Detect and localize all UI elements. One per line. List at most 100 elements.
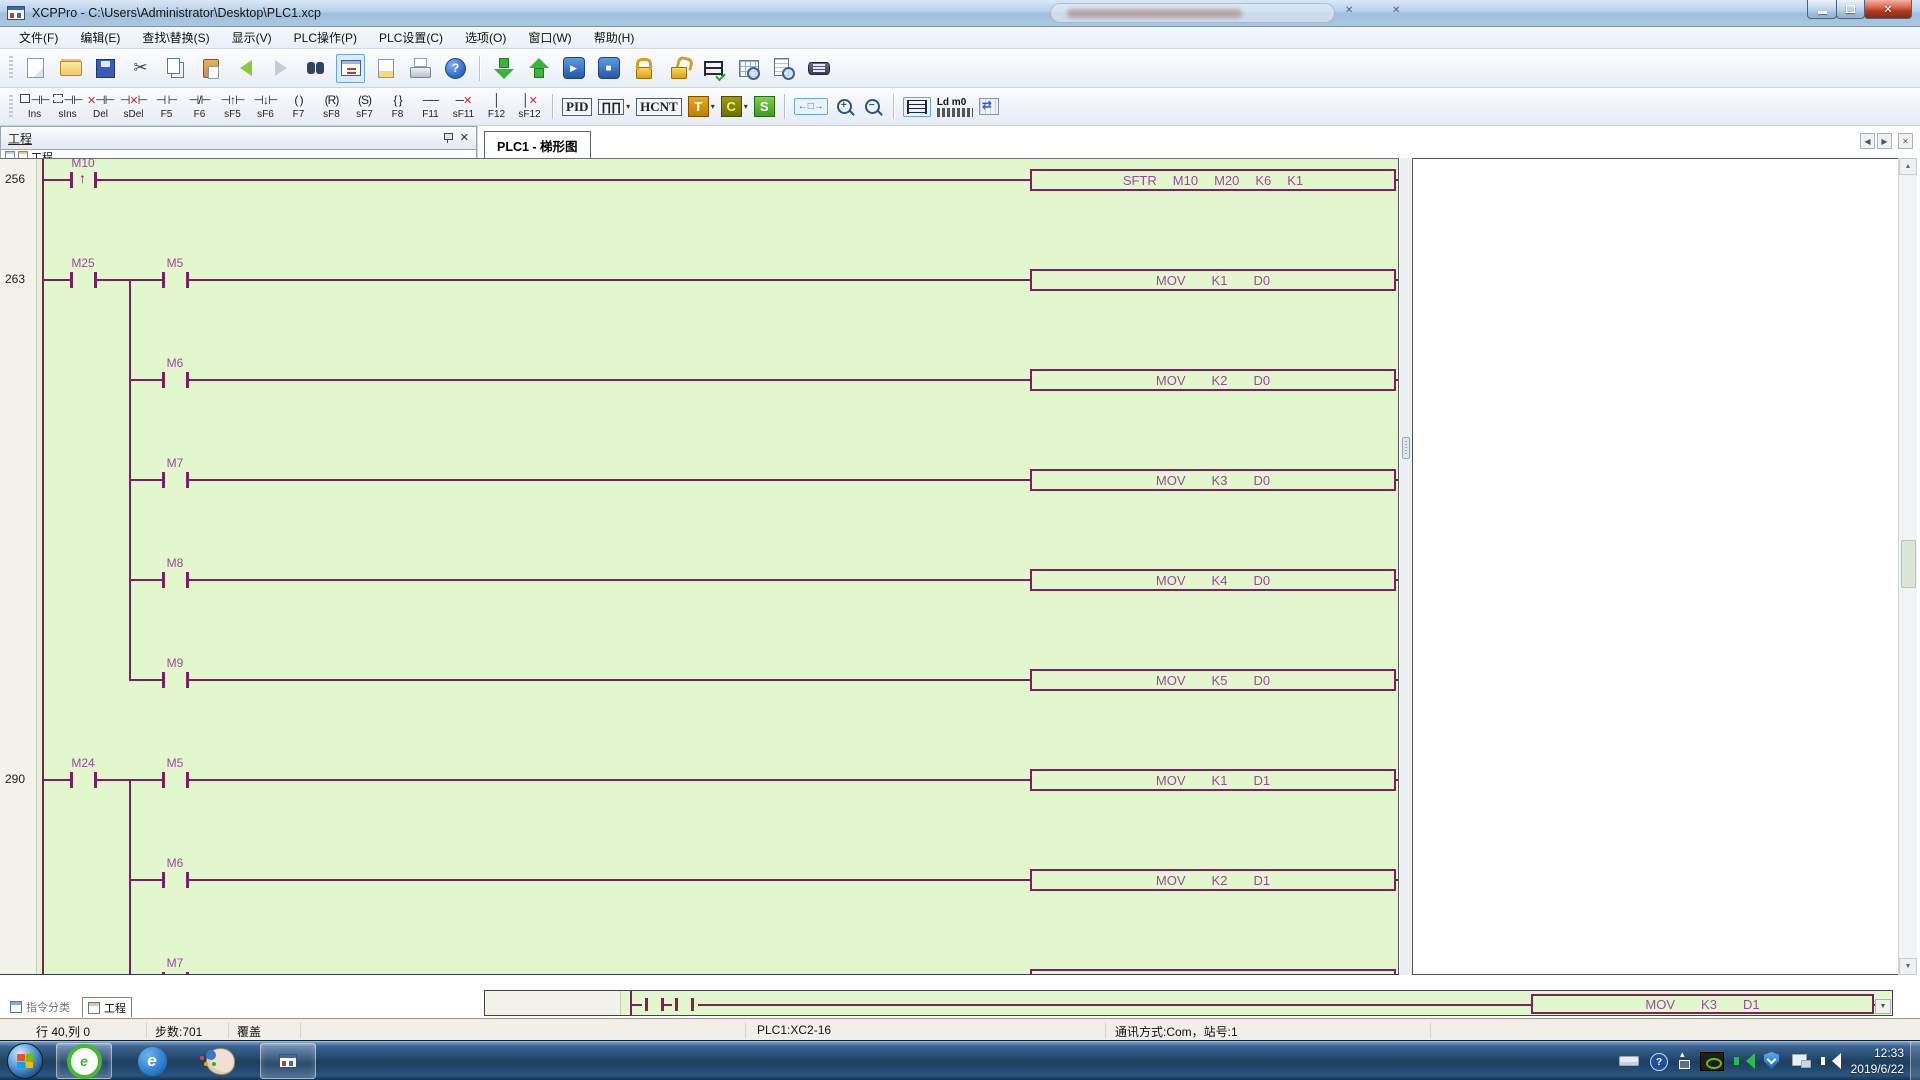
menu-item[interactable]: 帮助(H) xyxy=(583,26,646,49)
tray-nvidia-icon[interactable] xyxy=(1700,1052,1724,1071)
scroll-down-icon[interactable]: ▼ xyxy=(1899,958,1917,975)
menu-item[interactable]: 窗口(W) xyxy=(517,26,582,49)
tray-volume-green-icon[interactable] xyxy=(1733,1051,1753,1071)
find-icon[interactable] xyxy=(301,54,330,83)
instruction-doc-icon[interactable] xyxy=(371,54,400,83)
ladder-tool-sf12[interactable]: │✕sF12 xyxy=(513,90,546,124)
instruction-block[interactable]: MOVK4D0 xyxy=(1030,569,1396,591)
pulse-button[interactable]: ∏∏▾ xyxy=(598,91,630,123)
close-button[interactable]: ✕ xyxy=(1864,0,1912,19)
minimize-button[interactable] xyxy=(1807,0,1837,19)
instruction-block[interactable]: MOVK2D1 xyxy=(1030,869,1396,891)
ladder-contact[interactable] xyxy=(67,168,99,192)
ladder-monitor-icon[interactable] xyxy=(336,54,365,83)
convert-button[interactable] xyxy=(979,91,999,123)
ladder-contact[interactable] xyxy=(67,268,99,292)
ladder-tool-f8[interactable]: { }F8 xyxy=(381,90,414,124)
stop-icon[interactable] xyxy=(594,54,623,83)
tray-volume-icon[interactable] xyxy=(1820,1051,1840,1071)
tray-help-icon[interactable] xyxy=(1648,1051,1668,1071)
copy-icon[interactable] xyxy=(161,54,190,83)
ladder-contact[interactable] xyxy=(159,668,191,692)
timer-button[interactable]: T▾ xyxy=(688,91,715,123)
unlock-icon[interactable] xyxy=(664,54,693,83)
menu-item[interactable]: 编辑(E) xyxy=(69,26,131,49)
ladder-editor[interactable]: ↑M10SFTRM10M20K6K1256M25M5MOVK1D0M6MOVK2… xyxy=(0,158,1399,975)
ladder-tool-sf5[interactable]: ⊣↑⊢sF5 xyxy=(216,90,249,124)
ladder-tool-del[interactable]: ✕⊣⊢Del xyxy=(84,90,117,124)
ladder-tool-sf6[interactable]: ⊣↓⊢sF6 xyxy=(249,90,282,124)
ladder-contact[interactable] xyxy=(159,968,191,975)
ladder-tool-f11[interactable]: ──F11 xyxy=(414,90,447,124)
tab-scroll-left-icon[interactable]: ◀ xyxy=(1860,133,1875,149)
ladder-tool-sf8[interactable]: (R)sF8 xyxy=(315,90,348,124)
ladder-contact[interactable] xyxy=(159,368,191,392)
ladder-contact[interactable] xyxy=(67,768,99,792)
help-icon[interactable] xyxy=(441,54,470,83)
tab-plc1-ladder[interactable]: PLC1 - 梯形图 xyxy=(484,131,591,158)
menu-item[interactable]: 选项(O) xyxy=(454,26,517,49)
instruction-block[interactable]: MOVK3D1 xyxy=(1531,994,1874,1014)
menu-item[interactable]: 文件(F) xyxy=(8,26,69,49)
ladder-tool-f5[interactable]: ⊣ ⊢F5 xyxy=(150,90,183,124)
ladder-tool-f6[interactable]: ⊣/⊢F6 xyxy=(183,90,216,124)
vertical-scrollbar[interactable]: ▲ ▼ xyxy=(1898,158,1917,975)
ladder-contact[interactable] xyxy=(159,468,191,492)
state-button[interactable]: S xyxy=(754,91,775,123)
ladder-editor-right-pane[interactable] xyxy=(1412,158,1898,975)
vertical-splitter[interactable] xyxy=(1400,158,1412,975)
instruction-block[interactable]: MOVK5D0 xyxy=(1030,669,1396,691)
save-icon[interactable] xyxy=(91,54,120,83)
ladder-contact[interactable] xyxy=(159,568,191,592)
instruction-block[interactable]: MOVK2D0 xyxy=(1030,369,1396,391)
ladder-tool-sf7[interactable]: (S)sF7 xyxy=(348,90,381,124)
tray-network-icon[interactable] xyxy=(1791,1051,1811,1071)
zoom-in-button[interactable]: + xyxy=(834,91,856,123)
forward-icon[interactable] xyxy=(266,54,295,83)
run-icon[interactable] xyxy=(559,54,588,83)
show-desktop-button[interactable] xyxy=(1910,1041,1920,1080)
open-icon[interactable] xyxy=(56,54,85,83)
tray-keyboard-icon[interactable] xyxy=(1619,1051,1639,1071)
upload-icon[interactable] xyxy=(524,54,553,83)
zoom-out-button[interactable]: − xyxy=(862,91,884,123)
taskbar-paint[interactable] xyxy=(192,1043,248,1079)
doc-monitor-icon[interactable] xyxy=(769,54,798,83)
ladder-contact[interactable] xyxy=(159,768,191,792)
instruction-block[interactable]: MOVK1D0 xyxy=(1030,269,1396,291)
hcnt-button[interactable]: HCNT xyxy=(636,91,682,123)
pid-button[interactable]: PID xyxy=(562,91,592,123)
instruction-block[interactable]: MOVK1D1 xyxy=(1030,769,1396,791)
ladder-view-button[interactable] xyxy=(903,91,931,123)
back-icon[interactable] xyxy=(231,54,260,83)
scrollbar-thumb[interactable] xyxy=(1901,540,1916,588)
tab-scroll-right-icon[interactable]: ▶ xyxy=(1877,133,1892,149)
taskbar-browser-360[interactable] xyxy=(56,1043,112,1079)
tab-close-icon[interactable]: ✕ xyxy=(1898,133,1913,149)
instruction-block[interactable]: MOVK3D0 xyxy=(1030,469,1396,491)
ladder-contact[interactable] xyxy=(159,868,191,892)
ladder-tool-sins[interactable]: ⊣⊢sIns xyxy=(51,90,84,124)
lock-icon[interactable] xyxy=(629,54,658,83)
start-button[interactable] xyxy=(7,1043,43,1079)
taskbar-browser-ie[interactable] xyxy=(124,1043,180,1079)
ladder-bottom-pane[interactable]: MOVK3D1 ▼ xyxy=(484,990,1893,1016)
maximize-button[interactable] xyxy=(1836,0,1865,19)
print-icon[interactable] xyxy=(406,54,435,83)
panel-close-icon[interactable]: ✕ xyxy=(460,133,469,144)
tab-instruction-category[interactable]: 指令分类 xyxy=(5,997,75,1017)
tray-expand-icon[interactable] xyxy=(1677,1051,1691,1071)
pin-icon[interactable] xyxy=(443,132,452,144)
instruction-block[interactable]: SFTRM10M20K6K1 xyxy=(1030,169,1396,191)
ladder-tool-sf11[interactable]: ─✕sF11 xyxy=(447,90,480,124)
tray-shield-icon[interactable] xyxy=(1762,1051,1782,1071)
fit-width-button[interactable]: ←□→ xyxy=(794,91,828,123)
paste-icon[interactable] xyxy=(196,54,225,83)
scroll-up-icon[interactable]: ▲ xyxy=(1899,158,1917,175)
taskbar-xcppro[interactable] xyxy=(260,1043,316,1079)
ladder-tool-sdel[interactable]: ⊣✕⊢sDel xyxy=(117,90,150,124)
com-port-icon[interactable] xyxy=(804,54,833,83)
download-icon[interactable] xyxy=(489,54,518,83)
cut-icon[interactable] xyxy=(126,54,155,83)
ladder-contact[interactable] xyxy=(159,268,191,292)
